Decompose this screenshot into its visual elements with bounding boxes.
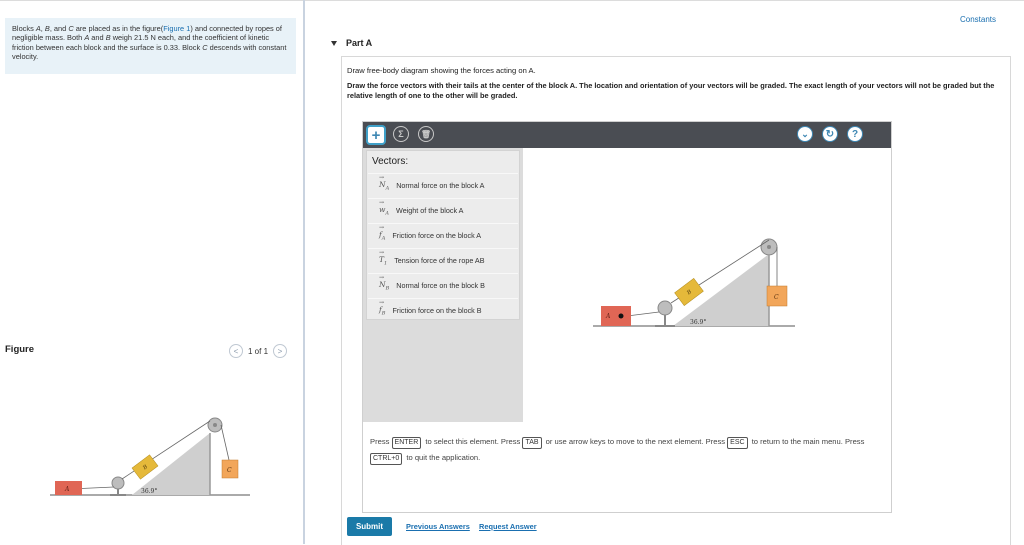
vector-label: Weight of the block A — [396, 206, 464, 215]
help-text: or use arrow keys to move to the next el… — [543, 437, 728, 446]
keyboard-key: CTRL+0 — [370, 453, 403, 465]
problem-text: are placed as in the figure( — [73, 24, 164, 33]
next-figure-button[interactable]: > — [273, 344, 288, 358]
keyboard-key: ENTER — [391, 437, 422, 449]
trash-icon[interactable]: 🗑 — [418, 126, 434, 142]
vector-item[interactable]: fA Friction force on the block A — [368, 223, 518, 247]
vector-label: Normal force on the block A — [396, 181, 485, 190]
prev-figure-button[interactable]: < — [229, 344, 243, 358]
part-a-header[interactable]: Part A — [331, 38, 372, 48]
prompt-grading-note: Draw the force vectors with their tails … — [347, 81, 995, 100]
canvas-bottom-pulley — [657, 300, 673, 316]
vector-label: Tension force of the rope AB — [394, 256, 485, 265]
submit-button[interactable]: Submit — [347, 517, 392, 536]
canvas-block-a-label: A — [605, 313, 611, 320]
vector-symbol: fB — [379, 299, 385, 316]
help-text: to select this element. Press — [423, 437, 523, 446]
keyboard-key: TAB — [522, 437, 542, 449]
figure-diagram: A B C 36.9° — [50, 417, 250, 496]
previous-answers-link[interactable]: Previous Answers — [406, 522, 470, 531]
vector-drawing-tool: + Σ 🗑 ⌄ ↻ ? Vectors: NA Normal force on t… — [362, 121, 892, 513]
canvas-block-b: B — [674, 278, 704, 306]
sigma-icon[interactable]: Σ — [393, 126, 409, 142]
figure-link[interactable]: Figure 1 — [163, 24, 190, 33]
help-text: Press — [370, 437, 392, 446]
constants-link[interactable]: Constants — [960, 15, 996, 24]
help-text: to quit the application. — [404, 453, 481, 462]
vectors-panel: Vectors: NA Normal force on the block A wA… — [366, 150, 520, 320]
block-c-label: C — [227, 467, 232, 474]
block-a-center-dot[interactable] — [618, 313, 624, 319]
figure-pager: < 1 of 1 > — [229, 344, 288, 358]
prompt-instruction: Draw free-body diagram showing the force… — [347, 66, 536, 75]
left-panel: Blocks A, B, and C are placed as in the … — [0, 0, 304, 544]
help-text: to return to the main menu. Press — [749, 437, 865, 446]
keyboard-help-text: Press ENTER to select this element. Pres… — [370, 434, 870, 466]
vector-label: Friction force on the block B — [392, 306, 482, 315]
vector-item[interactable]: wA Weight of the block A — [368, 198, 518, 222]
vectors-title: Vectors: — [372, 156, 409, 167]
block-b: B — [131, 454, 159, 480]
vector-symbol: wA — [379, 199, 389, 216]
help-icon[interactable]: ? — [847, 126, 863, 142]
collapse-triangle-icon — [331, 40, 337, 46]
pager-count: 1 of 1 — [248, 346, 269, 356]
angle-label: 36.9° — [141, 488, 157, 495]
vector-item[interactable]: NB Normal force on the block B — [368, 273, 518, 297]
block-a-label: A — [64, 486, 70, 493]
vector-symbol: NA — [379, 174, 389, 191]
canvas-block-c-label: C — [774, 294, 779, 301]
request-answer-link[interactable]: Request Answer — [479, 522, 537, 531]
tool-toolbar: + Σ 🗑 ⌄ ↻ ? — [363, 122, 891, 148]
plus-icon[interactable]: + — [366, 125, 386, 145]
figure-heading: Figure — [5, 344, 35, 355]
reset-icon[interactable]: ↻ — [822, 126, 838, 142]
problem-text: and — [89, 33, 106, 43]
vector-label: Normal force on the block B — [396, 281, 485, 290]
panel-divider — [303, 0, 305, 544]
canvas-angle-label: 36.9° — [690, 319, 706, 326]
vector-label: Friction force on the block A — [392, 231, 482, 240]
vector-symbol: T1 — [379, 249, 387, 266]
problem-statement: Blocks A, B, and C are placed as in the … — [5, 18, 296, 74]
chevron-down-icon[interactable]: ⌄ — [797, 126, 813, 142]
vector-column: Vectors: NA Normal force on the block A wA… — [363, 148, 523, 422]
vector-item[interactable]: fB Friction force on the block B — [368, 298, 518, 322]
canvas-figure[interactable]: A B C 36.9° — [593, 200, 799, 366]
problem-text: Blocks — [12, 24, 36, 33]
part-a-label: Part A — [346, 38, 373, 48]
keyboard-key: ESC — [727, 437, 748, 449]
vector-symbol: fA — [379, 224, 385, 241]
problem-text: , and — [49, 24, 69, 33]
vector-symbol: NB — [379, 274, 389, 291]
vector-item[interactable]: NA Normal force on the block A — [368, 173, 518, 197]
vector-item[interactable]: T1 Tension force of the rope AB — [368, 248, 518, 272]
